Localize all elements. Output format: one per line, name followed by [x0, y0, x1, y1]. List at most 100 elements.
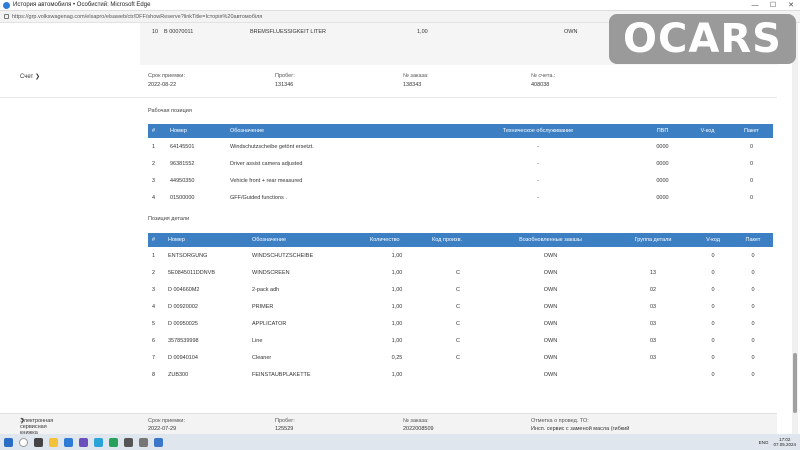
- file-explorer-icon[interactable]: [49, 437, 58, 447]
- work-cell: 1: [152, 143, 156, 150]
- work-cell: Vehicle front + rear measured: [230, 177, 303, 184]
- parts-cell: OWN: [543, 371, 558, 378]
- ocars-watermark: OCARS: [609, 14, 796, 64]
- system-tray: ENG 17:02 07.05.2024: [759, 437, 800, 447]
- clock-date: 07.05.2024: [773, 442, 796, 447]
- work-cell: Windschutzscheibe getönt ersetzt.: [230, 143, 314, 150]
- table-row: 5 D 00950025 APPLICATOR 1,00 C OWN 03 0 0: [148, 315, 773, 332]
- maximize-icon[interactable]: ☐: [764, 0, 782, 11]
- viber-icon[interactable]: [79, 437, 88, 447]
- language-indicator[interactable]: ENG: [759, 440, 769, 445]
- parts-col-num: #: [148, 233, 164, 247]
- address-url[interactable]: https://grp.volkswagenag.com/elsapro/els…: [12, 14, 262, 20]
- invoice-summary: Счет ❯ Срок приемки: 2022-08-22 Пробег: …: [0, 71, 777, 97]
- order-value: 138343: [403, 82, 422, 88]
- parts-cell: D 00950025: [168, 320, 198, 327]
- bottom-service-label: Отметка о провед. ТО:: [531, 418, 589, 424]
- scrollbar-thumb[interactable]: [793, 353, 797, 413]
- minimize-icon[interactable]: —: [746, 0, 764, 11]
- parts-cell: D 00940104: [168, 354, 198, 361]
- parts-cell: 5: [152, 320, 156, 327]
- parts-col-package: Пакет: [733, 233, 773, 247]
- parts-cell: 03: [649, 303, 657, 310]
- app-icon-3[interactable]: [154, 437, 163, 447]
- work-cell: 0000: [656, 177, 669, 184]
- parts-cell: [428, 247, 488, 264]
- parts-cell: OWN: [543, 320, 558, 327]
- work-col-designation: Обозначение: [226, 124, 436, 138]
- excel-icon[interactable]: [109, 437, 118, 447]
- parts-cell: ZUB300: [168, 371, 189, 378]
- search-icon[interactable]: [19, 437, 28, 447]
- bottom-received-label: Срок приемки:: [148, 418, 185, 424]
- telegram-icon[interactable]: [94, 437, 103, 447]
- work-cell: [685, 189, 730, 206]
- work-cell: 0000: [656, 143, 669, 150]
- work-cell: Driver assist camera adjusted: [230, 160, 303, 167]
- parts-cell: C: [456, 286, 460, 293]
- invoice-toggle[interactable]: Счет ❯: [20, 73, 40, 80]
- parts-cell: 0: [711, 286, 715, 293]
- work-col-package: Пакет: [730, 124, 773, 138]
- parts-col-vcode: V-код: [693, 233, 733, 247]
- work-cell: -: [537, 177, 539, 184]
- task-view-icon[interactable]: [34, 437, 43, 447]
- table-row: 2 5E0845011DDNVB WINDSCREEN 1,00 C OWN 13 0 0: [148, 264, 773, 281]
- windows-start-icon[interactable]: [4, 437, 13, 447]
- parts-cell: 0: [711, 252, 715, 259]
- parts-cell: C: [456, 354, 460, 361]
- work-cell: 44950350: [170, 177, 195, 184]
- parts-section-title: Позиция детали: [148, 216, 190, 222]
- bottom-mileage-label: Пробег:: [275, 418, 295, 424]
- parts-cell: 2: [152, 269, 156, 276]
- parts-cell: Line: [252, 337, 263, 344]
- mileage-value: 131346: [275, 82, 294, 88]
- prev-row-name: BREMSFLUESSIGKEIT LITER: [250, 29, 327, 35]
- parts-cell: C: [456, 320, 460, 327]
- parts-cell: 1,00: [391, 303, 403, 310]
- parts-cell: C: [456, 303, 460, 310]
- parts-cell: PRIMER: [252, 303, 274, 310]
- clock[interactable]: 17:02 07.05.2024: [773, 437, 796, 447]
- window-controls: — ☐ ✕: [746, 0, 800, 11]
- invoice-label: № счета.:: [531, 73, 556, 79]
- parts-cell: 3: [152, 286, 156, 293]
- app-icon-2[interactable]: [139, 437, 148, 447]
- parts-cell: 03: [649, 354, 657, 361]
- parts-col-group: Группа детали: [613, 233, 693, 247]
- invoice-value: 408038: [531, 82, 550, 88]
- bottom-mileage-value: 125529: [275, 426, 294, 432]
- parts-col-reorders: Возобновленные заказы: [488, 233, 613, 247]
- work-cell: -: [537, 143, 539, 150]
- parts-cell: [428, 366, 488, 383]
- parts-cell: 13: [649, 269, 657, 276]
- order-label: № заказа:: [403, 73, 429, 79]
- parts-cell: 03: [649, 337, 657, 344]
- work-cell: [685, 138, 730, 155]
- work-cell: 4: [152, 194, 156, 201]
- page-scrollbar[interactable]: [792, 23, 798, 434]
- parts-cell: 0: [751, 320, 755, 327]
- parts-cell: 4: [152, 303, 156, 310]
- table-row: 8 ZUB300 FEINSTAUBPLAKETTE 1,00 OWN 0 0: [148, 366, 773, 383]
- parts-cell: 2-pack adh: [252, 286, 280, 293]
- close-icon[interactable]: ✕: [782, 0, 800, 11]
- window-title: История автомобиля • Особистий: Microsof…: [13, 2, 151, 8]
- table-row: 4 D 00920002 PRIMER 1,00 C OWN 03 0 0: [148, 298, 773, 315]
- work-cell: 64145501: [170, 143, 195, 150]
- work-col-vcode: V-код: [685, 124, 730, 138]
- work-col-number: Номер: [166, 124, 226, 138]
- work-cell: -: [537, 160, 539, 167]
- work-cell: 0: [749, 177, 754, 184]
- app-icon[interactable]: [124, 437, 133, 447]
- edge-taskbar-icon[interactable]: [64, 437, 73, 447]
- table-row: 2 96381552 Driver assist camera adjusted…: [148, 155, 773, 172]
- work-section-title: Рабочая позиция: [148, 108, 192, 114]
- mileage-label: Пробег:: [275, 73, 295, 79]
- bottom-received-value: 2022-07-29: [148, 426, 177, 432]
- parts-cell: APPLICATOR: [252, 320, 287, 327]
- prev-row-code: B 00070011: [164, 29, 194, 35]
- summary-divider: [0, 97, 777, 98]
- parts-cell: WINDSCREEN: [252, 269, 290, 276]
- table-row: 1 64145501 Windschutzscheibe getönt erse…: [148, 138, 773, 155]
